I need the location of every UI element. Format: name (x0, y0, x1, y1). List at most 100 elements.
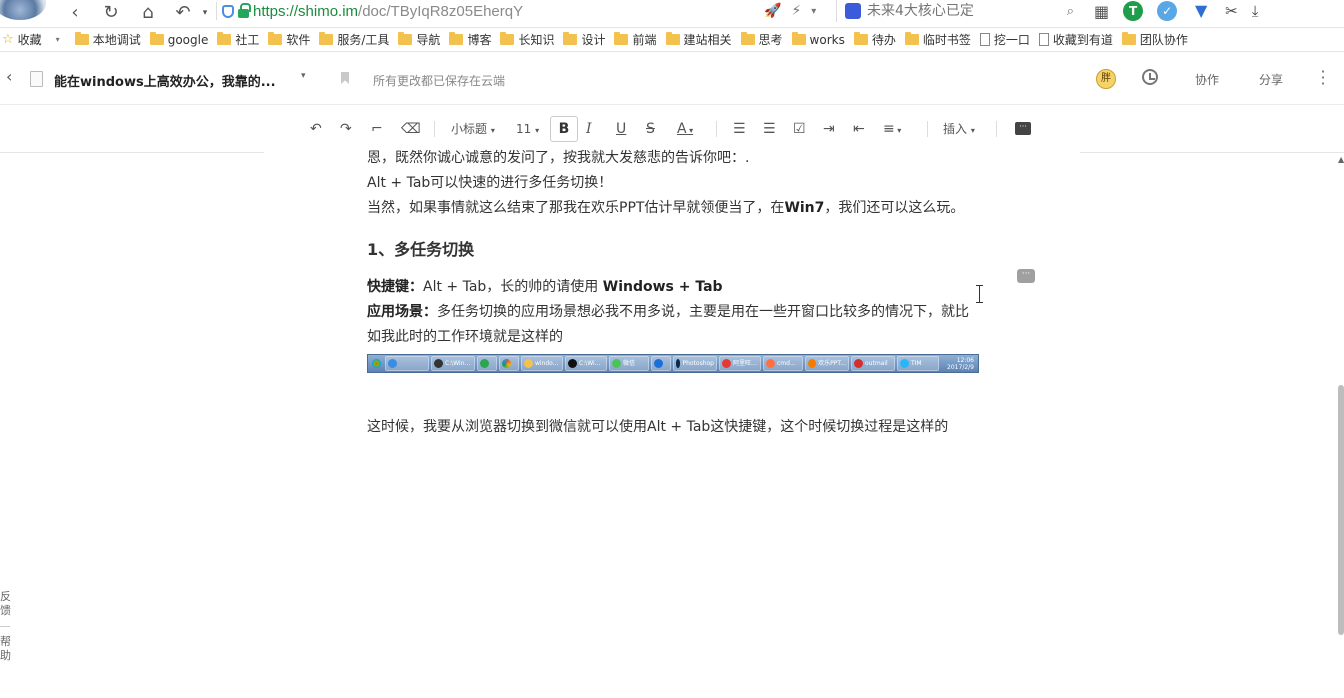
folder-icon (791, 32, 806, 45)
redo-icon[interactable]: ↷ (340, 119, 352, 139)
page-edge (1080, 152, 1344, 153)
folder-icon (149, 32, 164, 45)
paragraph[interactable]: 快捷键：Alt + Tab，长的帅的请使用 Windows + Tab (367, 275, 977, 300)
download-icon[interactable]: ⤓ (1252, 2, 1259, 20)
back-icon[interactable]: ‹ (6, 67, 12, 86)
format-painter-icon[interactable]: ⌐ (371, 119, 383, 139)
outdent-icon[interactable]: ⇤ (853, 119, 865, 139)
bookmark-folder[interactable]: 服务/工具 (319, 31, 389, 48)
taskbar-item (385, 356, 429, 371)
bookmark-folder[interactable]: 团队协作 (1121, 31, 1188, 48)
divider (996, 121, 997, 137)
heading-style-select[interactable]: 小标题 ▾ (451, 119, 495, 139)
bookmark-folder[interactable]: 长知识 (500, 31, 554, 48)
refresh-icon[interactable]: ↻ (100, 2, 122, 24)
bookmark-folder[interactable]: works (791, 32, 845, 47)
chevron-down-icon[interactable]: ▾ (301, 71, 306, 81)
bookmark-icon[interactable] (341, 72, 349, 84)
taskbar-screenshot: C:\Win... windo... C:\Wi... 微信 Photoshop… (367, 354, 979, 373)
url-text[interactable]: https://shimo.im/doc/TByIqR8z05EherqY (253, 3, 523, 20)
bookmark-folder[interactable]: 前端 (614, 31, 657, 48)
scissors-icon[interactable]: ✂ (1225, 2, 1238, 20)
search-engine-icon[interactable] (845, 3, 861, 19)
paragraph[interactable]: 这时候，我要从浏览器切换到微信就可以使用Alt + Tab这快捷键，这个时候切换… (367, 415, 977, 440)
section-heading[interactable]: 1、多任务切换 (367, 237, 977, 262)
insert-menu[interactable]: 插入 ▾ (943, 119, 975, 139)
paragraph[interactable]: 应用场景：多任务切换的应用场景想必我不用多说，主要是用在一些开窗口比较多的情况下… (367, 300, 977, 350)
taskbar-item: outmail (851, 356, 895, 371)
strikethrough-button[interactable]: S (646, 119, 655, 139)
url-field[interactable]: https://shimo.im/doc/TByIqR8z05EherqY (222, 0, 523, 22)
document-body[interactable]: 恩，既然你诚心诚意的发问了，按我就大发慈悲的告诉你吧：. Alt + Tab可以… (367, 146, 979, 440)
taskbar-item (651, 356, 671, 371)
document-title[interactable]: 能在windows上高效办公，我靠的... (54, 71, 276, 90)
more-icon[interactable]: · · · (1318, 64, 1328, 92)
scrollbar-thumb[interactable] (1338, 385, 1344, 635)
paragraph[interactable]: 当然，如果事情就这么结束了那我在欢乐PPT估计早就领便当了，在Win7，我们还可… (367, 196, 977, 221)
undo-close-icon[interactable]: ↶ (172, 2, 194, 24)
feedback-button[interactable]: 反馈 (0, 590, 14, 618)
avatar[interactable]: 胖 (1096, 69, 1116, 89)
help-button[interactable]: 帮助 (0, 635, 14, 663)
extension-t-icon[interactable]: T (1123, 1, 1144, 21)
bookmark-folder[interactable]: 社工 (217, 31, 259, 48)
search-input[interactable] (867, 3, 1047, 19)
browser-avatar[interactable] (0, 0, 46, 20)
bookmark-folder[interactable]: 设计 (563, 31, 605, 48)
divider (927, 121, 928, 137)
align-icon[interactable]: ≡ ▾ (883, 119, 901, 139)
chevron-down-icon[interactable]: ▾ (194, 2, 216, 24)
history-icon[interactable] (1142, 69, 1158, 85)
paragraph[interactable]: Alt + Tab可以快速的进行多任务切换！ (367, 171, 977, 196)
bookmark-folder[interactable]: 导航 (398, 31, 440, 48)
clear-format-icon[interactable]: ⌫ (401, 119, 421, 139)
taskbar-clock: 12:06 2017/2/9 (947, 356, 974, 371)
rocket-icon[interactable]: 🚀 (764, 3, 781, 19)
bookmark-page[interactable]: 挖一口 (979, 31, 1030, 48)
comment-icon[interactable]: ··· (1017, 269, 1035, 283)
divider (716, 121, 717, 137)
home-icon[interactable]: ⌂ (137, 2, 159, 24)
bookmark-folder[interactable]: 临时书签 (904, 31, 971, 48)
page-edge (0, 152, 264, 153)
bookmark-folder[interactable]: 待办 (853, 31, 896, 48)
bookmark-folder[interactable]: 本地调试 (74, 31, 141, 48)
search-box[interactable]: ⌕ (836, 0, 1080, 22)
extension-v-icon[interactable]: ✓ (1157, 1, 1178, 21)
share-button[interactable]: 分享 (1259, 71, 1283, 88)
folder-icon (740, 32, 755, 45)
bookmark-folder[interactable]: 博客 (449, 31, 491, 48)
bookmark-folder[interactable]: 软件 (268, 31, 310, 48)
font-size-select[interactable]: 11 ▾ (516, 119, 539, 139)
search-icon[interactable]: ⌕ (1067, 4, 1074, 19)
collab-button[interactable]: 协作 (1195, 71, 1219, 88)
bold-button[interactable]: B (550, 116, 578, 142)
paragraph[interactable]: 恩，既然你诚心诚意的发问了，按我就大发慈悲的告诉你吧：. (367, 146, 977, 171)
chevron-down-icon[interactable]: ▾ (56, 35, 60, 44)
chevron-down-icon[interactable]: ▾ (811, 6, 816, 17)
apps-grid-icon[interactable]: ▦ (1094, 2, 1109, 21)
bookmarks-bar: ☆ 收藏 ▾ 本地调试 google 社工 软件 服务/工具 导航 博客 长知识 设… (0, 28, 1344, 52)
bookmark-folder[interactable]: 建站相关 (665, 31, 732, 48)
lock-icon (238, 2, 251, 18)
lightning-icon[interactable]: ⚡ (791, 3, 801, 19)
comment-icon[interactable]: ··· (1015, 122, 1031, 135)
taskbar-item (477, 356, 497, 371)
star-icon: ☆ (2, 32, 14, 47)
bookmark-favorites[interactable]: ☆ 收藏 ▾ (2, 31, 60, 48)
extension-shield-icon[interactable]: ▼ (1191, 1, 1212, 21)
underline-button[interactable]: U (616, 119, 626, 139)
italic-button[interactable]: I (586, 119, 592, 139)
bookmark-folder[interactable]: google (149, 32, 208, 47)
folder-icon (398, 32, 413, 45)
font-color-button[interactable]: A ▾ (677, 119, 693, 139)
undo-icon[interactable]: ↶ (310, 119, 322, 139)
checklist-icon[interactable]: ☑ (793, 119, 806, 139)
indent-icon[interactable]: ⇥ (823, 119, 835, 139)
ordered-list-icon[interactable]: ☰ (733, 119, 746, 139)
text-cursor-icon (976, 285, 987, 303)
bookmark-page[interactable]: 收藏到有道 (1038, 31, 1113, 48)
bullet-list-icon[interactable]: ☰ (763, 119, 776, 139)
back-icon[interactable]: ‹ (64, 2, 86, 24)
bookmark-folder[interactable]: 思考 (740, 31, 783, 48)
